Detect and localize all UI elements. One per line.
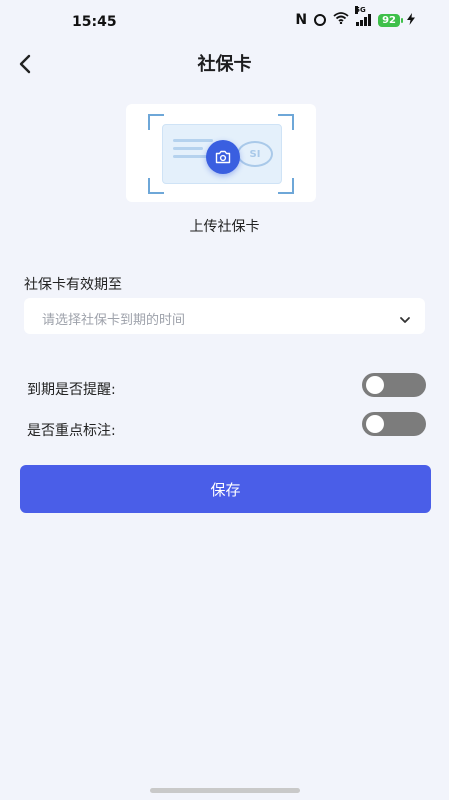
home-indicator <box>150 788 300 793</box>
important-mark-toggle[interactable] <box>362 412 426 436</box>
validity-label: 社保卡有效期至 <box>24 277 122 293</box>
card-line <box>173 147 203 150</box>
charging-icon <box>407 12 415 28</box>
page-title: 社保卡 <box>197 54 252 75</box>
nfc-icon: N <box>295 12 308 28</box>
save-button[interactable]: 保存 <box>20 465 431 513</box>
signal-icon: 5G <box>355 6 372 26</box>
wifi-icon <box>333 12 349 28</box>
network-type: 5G <box>355 6 366 14</box>
card-logo: SI <box>237 141 273 167</box>
battery-icon: 92 <box>378 13 403 27</box>
upload-label: 上传社保卡 <box>189 219 260 235</box>
expiry-date-placeholder: 请选择社保卡到期的时间 <box>42 313 186 328</box>
alarm-icon <box>314 14 327 26</box>
toggle-knob <box>366 415 384 433</box>
expiry-reminder-label: 到期是否提醒: <box>27 382 116 398</box>
chevron-down-icon <box>399 310 411 329</box>
camera-icon[interactable] <box>206 140 240 174</box>
card-line <box>173 139 213 142</box>
toggle-knob <box>366 376 384 394</box>
status-bar: 15:45 N 5G 92 <box>0 0 449 40</box>
upload-card-button[interactable]: SI <box>126 104 316 202</box>
expiry-reminder-toggle[interactable] <box>362 373 426 397</box>
status-time: 15:45 <box>72 14 117 30</box>
important-mark-label: 是否重点标注: <box>27 423 116 439</box>
expiry-date-select[interactable]: 请选择社保卡到期的时间 <box>24 298 425 334</box>
top-nav: 社保卡 <box>0 44 449 80</box>
status-icons: N 5G 92 <box>295 6 415 28</box>
